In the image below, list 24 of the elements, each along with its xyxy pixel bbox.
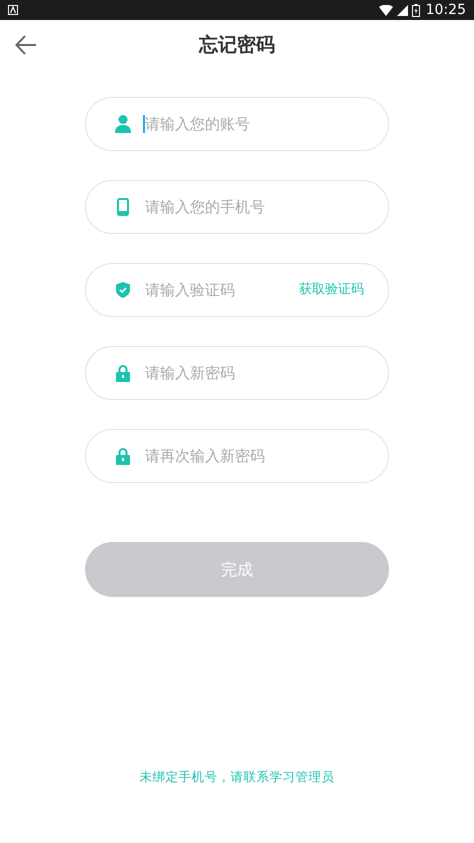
text-input[interactable]: 请输入新密码 [145,362,364,384]
phone-icon [117,198,129,216]
input-field[interactable]: 请再次输入新密码 [85,429,389,483]
status-time: 10:25 [426,0,466,20]
text-input[interactable]: 请再次输入新密码 [145,444,364,468]
person-icon [115,115,131,133]
text-input[interactable]: 请输入您的手机号 [145,196,364,218]
wifi-icon [378,4,393,16]
input-field[interactable]: 请输入您的手机号 [85,180,389,234]
get-code-link[interactable]: 获取验证码 [299,280,364,300]
input-field[interactable]: 请输入您的账号 [85,97,389,151]
text-input[interactable]: 请输入您的账号 [145,112,364,136]
input-field[interactable]: 请输入新密码 [85,346,389,400]
notification-icon [8,5,18,15]
page-title: 忘记密码 [199,32,275,58]
back-arrow-icon [15,35,37,55]
text-input[interactable]: 请输入验证码 [145,278,299,302]
shield-check-icon [116,282,130,298]
battery-icon [412,4,420,16]
footer-note: 未绑定手机号，请联系学习管理员 [140,768,334,786]
lock-icon [116,364,130,382]
lock-icon [116,448,130,464]
input-field[interactable]: 请输入验证码 获取验证码 [85,263,389,317]
signal-icon [396,4,408,16]
